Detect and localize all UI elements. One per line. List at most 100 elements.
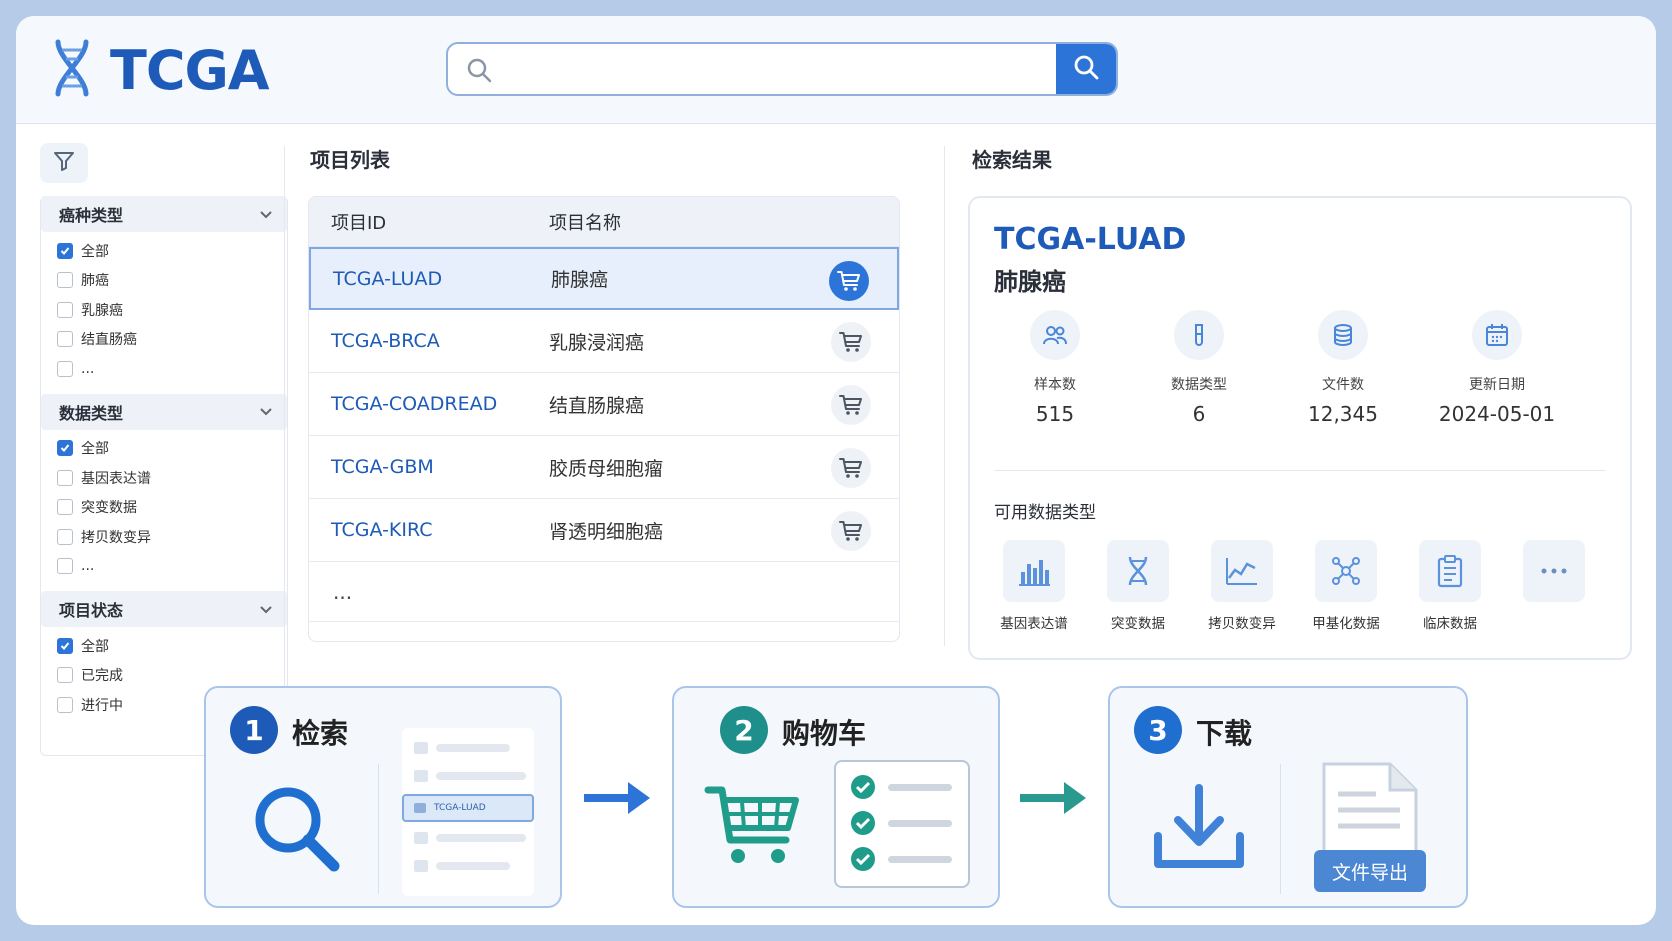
table-row[interactable]: TCGA-KIRC 肾透明细胞癌	[309, 499, 899, 562]
search-button[interactable]	[1056, 44, 1116, 94]
table-row[interactable]: TCGA-GBM 胶质母细胞瘤	[309, 436, 899, 499]
mini-selected-text: TCGA-LUAD	[434, 803, 486, 813]
cart-icon	[839, 458, 862, 478]
filter-group-header[interactable]: 癌种类型	[41, 196, 287, 232]
filter-group-header[interactable]: 数据类型	[41, 393, 287, 430]
checkbox[interactable]	[57, 272, 73, 289]
checkbox[interactable]	[57, 667, 73, 684]
project-name: 乳腺浸润癌	[549, 331, 645, 354]
shopping-cart-icon	[704, 782, 802, 874]
checkbox[interactable]	[57, 469, 73, 486]
filter-option[interactable]: 全部	[41, 434, 287, 464]
filter-icon	[52, 149, 76, 177]
data-type-methylation[interactable]: 甲基化数据	[1300, 540, 1392, 632]
stat-label: 数据类型	[1171, 377, 1227, 393]
dna-icon	[1107, 540, 1169, 602]
step-label: 购物车	[782, 717, 867, 750]
project-id[interactable]: TCGA-GBM	[309, 456, 549, 478]
filter-option-label: 已完成	[81, 668, 123, 685]
divider	[1280, 764, 1281, 894]
filter-option[interactable]: 全部	[41, 236, 287, 266]
people-icon	[1030, 310, 1080, 360]
project-id[interactable]: TCGA-BRCA	[309, 330, 549, 352]
data-type-expression[interactable]: 基因表达谱	[988, 540, 1080, 632]
checkbox[interactable]	[57, 637, 73, 654]
filter-option-label: ...	[81, 360, 95, 377]
checkbox[interactable]	[57, 331, 73, 348]
filter-option[interactable]: 突变数据	[41, 493, 287, 523]
project-id[interactable]: TCGA-KIRC	[309, 519, 549, 541]
checkbox[interactable]	[57, 242, 73, 259]
checkbox[interactable]	[57, 696, 73, 713]
table-row[interactable]: TCGA-BRCA 乳腺浸润癌	[309, 310, 899, 373]
table-row[interactable]: TCGA-LUAD 肺腺癌	[309, 247, 899, 310]
filter-option[interactable]: 肺癌	[41, 266, 287, 296]
cart-icon	[839, 395, 862, 415]
checkbox[interactable]	[57, 301, 73, 318]
available-types-title: 可用数据类型	[994, 503, 1096, 523]
test-tube-icon	[1174, 310, 1224, 360]
project-id[interactable]: TCGA-COADREAD	[309, 393, 549, 415]
checkbox[interactable]	[57, 558, 73, 575]
filter-option[interactable]: 乳腺癌	[41, 295, 287, 325]
filter-group-cancer-type: 癌种类型全部 肺癌 乳腺癌 结直肠癌...	[41, 196, 287, 384]
filter-option-label: 进行中	[81, 697, 123, 714]
add-to-cart-button[interactable]	[831, 511, 871, 551]
project-name: 胶质母细胞瘤	[549, 457, 664, 480]
result-project-name: 肺腺癌	[994, 268, 1066, 296]
data-type-cnv[interactable]: 拷贝数变异	[1196, 540, 1288, 632]
stat-value: 6	[1192, 402, 1206, 426]
data-type-mutation[interactable]: 突变数据	[1092, 540, 1184, 632]
filter-option[interactable]: ...	[41, 354, 287, 384]
add-to-cart-button[interactable]	[831, 385, 871, 425]
filter-option[interactable]: ...	[41, 552, 287, 582]
column-header-id: 项目ID	[331, 212, 387, 234]
stat-updated: 更新日期 2024-05-01	[1422, 310, 1572, 426]
chevron-down-icon	[259, 205, 273, 224]
filter-option[interactable]: 结直肠癌	[41, 325, 287, 355]
project-name: 结直肠腺癌	[549, 394, 645, 417]
logo[interactable]: TCGA	[52, 38, 270, 102]
project-id[interactable]: TCGA-LUAD	[311, 268, 551, 290]
table-header: 项目ID 项目名称	[309, 197, 899, 247]
search-input[interactable]	[500, 44, 1040, 94]
filter-group-header[interactable]: 项目状态	[41, 591, 287, 627]
filter-option[interactable]: 拷贝数变异	[41, 522, 287, 552]
filter-option[interactable]: 基因表达谱	[41, 463, 287, 493]
bar-chart-icon	[1003, 540, 1065, 602]
data-type-clinical[interactable]: 临床数据	[1404, 540, 1496, 632]
stat-label: 文件数	[1322, 377, 1364, 393]
mini-list: TCGA-LUAD	[402, 728, 534, 896]
filter-option-label: 拷贝数变异	[81, 529, 151, 546]
export-badge[interactable]: 文件导出	[1314, 850, 1426, 892]
add-to-cart-button[interactable]	[829, 261, 869, 301]
checkbox[interactable]	[57, 528, 73, 545]
column-header-name: 项目名称	[549, 212, 621, 234]
divider	[284, 146, 285, 706]
checkbox[interactable]	[57, 499, 73, 516]
divider	[944, 146, 945, 646]
add-to-cart-button[interactable]	[831, 448, 871, 488]
divider	[994, 470, 1606, 471]
table-row[interactable]: TCGA-COADREAD 结直肠腺癌	[309, 373, 899, 436]
filter-button[interactable]	[40, 143, 88, 183]
result-title: 检索结果	[972, 148, 1052, 172]
project-table: 项目ID 项目名称 TCGA-LUAD 肺腺癌 TCGA-BRCA 乳腺浸润癌 TCGA…	[308, 196, 900, 642]
calendar-icon	[1472, 310, 1522, 360]
project-name: 肺腺癌	[551, 269, 609, 291]
stat-label: 样本数	[1034, 377, 1076, 393]
filter-option-label: 基因表达谱	[81, 470, 151, 487]
arrow-right-icon	[582, 778, 652, 822]
stat-data-types: 数据类型 6	[1134, 310, 1264, 426]
data-type-more[interactable]	[1508, 540, 1600, 602]
step-label: 检索	[292, 717, 349, 750]
checkbox[interactable]	[57, 440, 73, 457]
result-project-id: TCGA-LUAD	[994, 222, 1187, 257]
checkbox[interactable]	[57, 360, 73, 377]
workflow-step-download: 3 下载 文件导出	[1108, 686, 1468, 908]
add-to-cart-button[interactable]	[831, 322, 871, 362]
workflow-step-cart: 2 购物车	[672, 686, 1000, 908]
filter-option[interactable]: 全部	[41, 631, 287, 661]
app-window: TCGA 癌种类型 全部 肺癌 乳腺癌 结直肠癌... 数据类型 全部 基因表达谱 突变数据 拷贝…	[16, 16, 1656, 925]
filter-option-label: 全部	[81, 638, 109, 655]
